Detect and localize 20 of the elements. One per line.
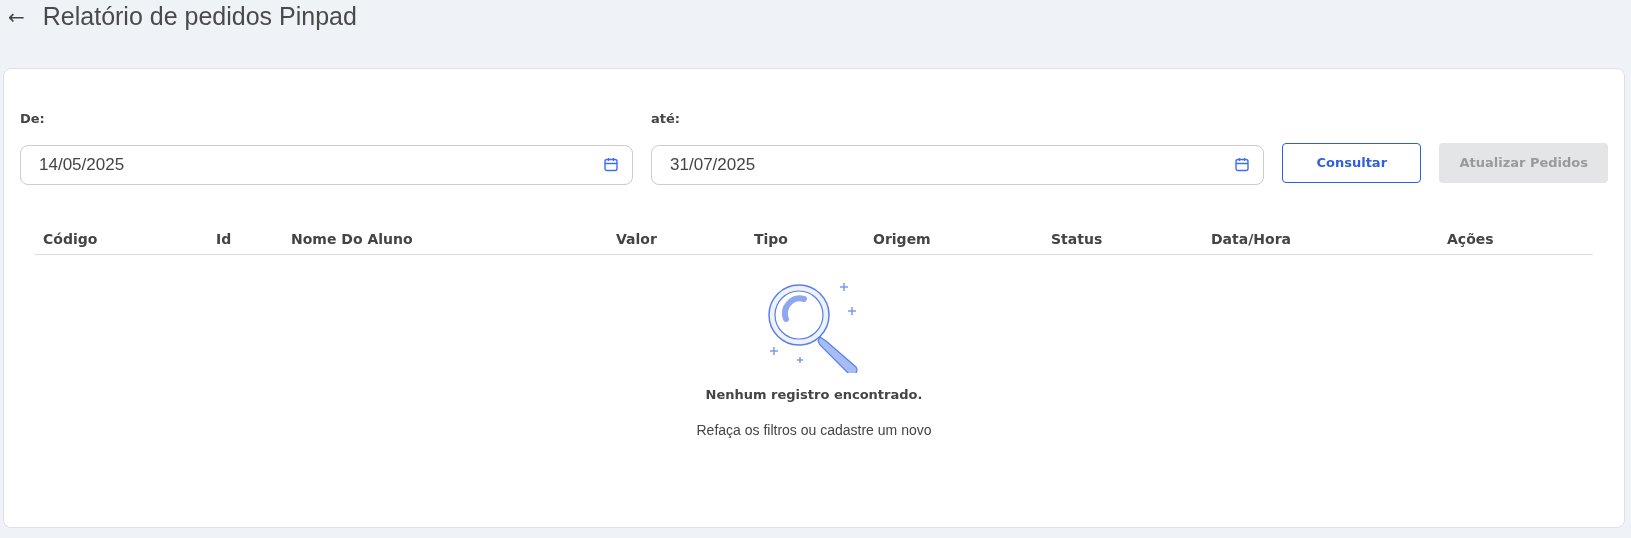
column-header: Data/Hora [1211,230,1291,247]
back-arrow[interactable]: ← [8,2,25,32]
calendar-icon[interactable] [1235,157,1250,172]
field-label: De: [20,110,46,128]
column-header: Ações [1447,230,1494,247]
column-header: Valor [616,230,657,247]
column-header: Nome Do Aluno [291,230,413,247]
field-label: até: [651,110,682,128]
column-header: Id [216,230,232,247]
column-header: Tipo [754,230,788,247]
column-header: Código [43,230,98,247]
page-title: Relatório de pedidos Pinpad [42,1,357,33]
date-field[interactable]: 31/07/2025 [651,144,1265,185]
empty-state-title: Nenhum registro encontrado. [705,385,923,404]
column-header: Status [1051,230,1103,247]
date-field[interactable]: 14/05/2025 [20,144,634,185]
calendar-icon[interactable] [604,157,619,172]
consult-button[interactable]: Consultar [1282,142,1422,183]
empty-state-message: Refaça os filtros ou cadastre um novo [696,421,932,440]
column-header: Origem [873,230,931,247]
